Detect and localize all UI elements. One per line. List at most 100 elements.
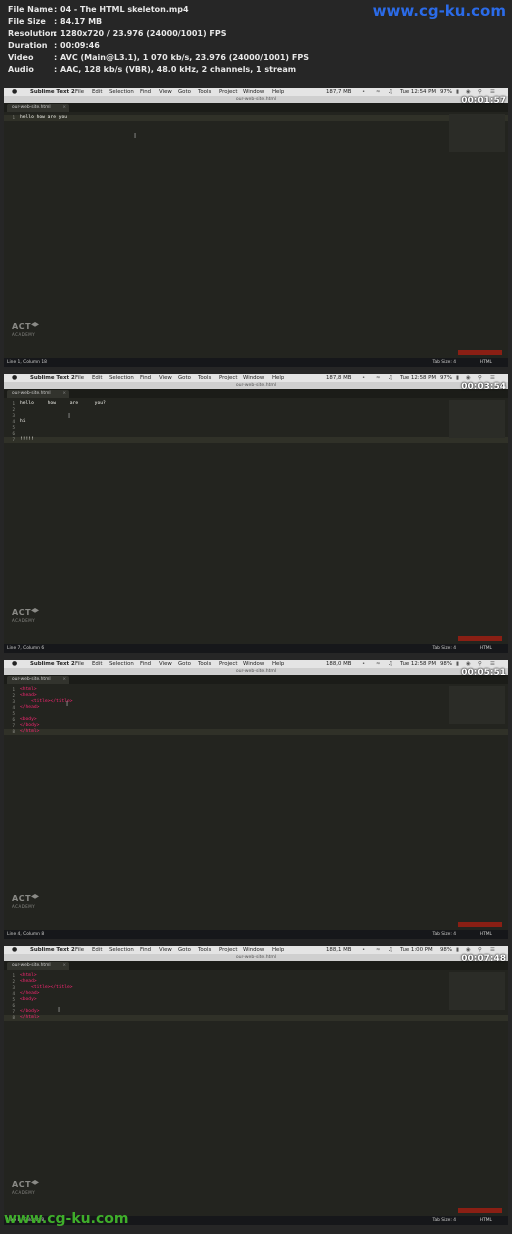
syntax-selector[interactable]: HTML <box>480 1216 492 1225</box>
user-icon[interactable]: ◉ <box>466 374 471 382</box>
menu-item-help[interactable]: Help <box>272 88 284 96</box>
volume-icon[interactable]: ♫ <box>388 660 393 668</box>
volume-icon[interactable]: ♫ <box>388 946 393 954</box>
tab-our-web-site[interactable]: our-web-site.html × <box>7 962 69 970</box>
battery-percent[interactable]: 97% <box>440 374 452 382</box>
list-icon[interactable]: ☰ <box>490 374 495 382</box>
volume-icon[interactable]: ♫ <box>388 374 393 382</box>
minimap[interactable] <box>449 114 505 152</box>
search-icon[interactable]: ⚲ <box>478 88 482 96</box>
menu-item-view[interactable]: View <box>159 374 172 382</box>
bluetooth-icon[interactable]: • <box>362 660 365 668</box>
menu-item-view[interactable]: View <box>159 660 172 668</box>
menu-item-help[interactable]: Help <box>272 660 284 668</box>
wifi-icon[interactable]: ≈ <box>376 660 381 668</box>
bluetooth-icon[interactable]: • <box>362 88 365 96</box>
menu-item-tools[interactable]: Tools <box>198 88 211 96</box>
menu-item-find[interactable]: Find <box>140 660 151 668</box>
menu-item-view[interactable]: View <box>159 946 172 954</box>
menu-item-project[interactable]: Project <box>219 946 237 954</box>
user-icon[interactable]: ◉ <box>466 88 471 96</box>
menu-app-name[interactable]: Sublime Text 2 <box>30 946 75 954</box>
battery-icon[interactable]: ▮ <box>456 374 459 382</box>
minimap[interactable] <box>449 400 505 438</box>
code-line[interactable]: </html> <box>20 1015 39 1021</box>
clock[interactable]: Tue 12:58 PM <box>400 660 436 668</box>
menu-item-view[interactable]: View <box>159 88 172 96</box>
wifi-icon[interactable]: ≈ <box>376 88 381 96</box>
tab-size-selector[interactable]: Tab Size: 4 <box>432 1216 456 1225</box>
menu-item-find[interactable]: Find <box>140 946 151 954</box>
menu-item-goto[interactable]: Goto <box>178 88 191 96</box>
code-line[interactable]: hello how are you? <box>20 401 106 407</box>
search-icon[interactable]: ⚲ <box>478 374 482 382</box>
battery-percent[interactable]: 98% <box>440 660 452 668</box>
menu-item-selection[interactable]: Selection <box>109 660 134 668</box>
bluetooth-icon[interactable]: • <box>362 374 365 382</box>
menu-item-selection[interactable]: Selection <box>109 374 134 382</box>
menu-item-tools[interactable]: Tools <box>198 660 211 668</box>
wifi-icon[interactable]: ≈ <box>376 946 381 954</box>
menu-app-name[interactable]: Sublime Text 2 <box>30 374 75 382</box>
syntax-selector[interactable]: HTML <box>480 358 492 367</box>
list-icon[interactable]: ☰ <box>490 660 495 668</box>
menu-item-tools[interactable]: Tools <box>198 374 211 382</box>
code-editor[interactable]: 1 2 3 4 5 6 7 8 <html> <head> <title></title> </he… <box>4 970 508 1216</box>
menu-item-file[interactable]: File <box>75 374 84 382</box>
menu-item-goto[interactable]: Goto <box>178 946 191 954</box>
code-line[interactable]: !!!!! <box>20 437 34 443</box>
menu-app-name[interactable]: Sublime Text 2 <box>30 88 75 96</box>
menu-item-edit[interactable]: Edit <box>92 946 102 954</box>
battery-percent[interactable]: 97% <box>440 88 452 96</box>
menu-item-selection[interactable]: Selection <box>109 88 134 96</box>
tab-our-web-site[interactable]: our-web-site.html × <box>7 676 69 684</box>
menu-item-window[interactable]: Window <box>243 660 264 668</box>
syntax-selector[interactable]: HTML <box>480 644 492 653</box>
code-line[interactable]: </html> <box>20 729 39 735</box>
battery-icon[interactable]: ▮ <box>456 88 459 96</box>
search-icon[interactable]: ⚲ <box>478 946 482 954</box>
wifi-icon[interactable]: ≈ <box>376 374 381 382</box>
close-icon[interactable]: × <box>62 962 66 970</box>
code-line[interactable]: </head> <box>20 705 39 711</box>
watermark-bottom[interactable]: www.cg-ku.com <box>4 1211 128 1227</box>
battery-icon[interactable]: ▮ <box>456 660 459 668</box>
menu-item-project[interactable]: Project <box>219 374 237 382</box>
tab-size-selector[interactable]: Tab Size: 4 <box>432 930 456 939</box>
user-icon[interactable]: ◉ <box>466 946 471 954</box>
clock[interactable]: Tue 12:54 PM <box>400 88 436 96</box>
volume-icon[interactable]: ♫ <box>388 88 393 96</box>
code-line[interactable]: <body> <box>20 997 37 1003</box>
apple-icon[interactable]: ● <box>12 88 17 96</box>
minimap[interactable] <box>449 972 505 1010</box>
apple-icon[interactable]: ● <box>12 946 17 954</box>
menu-item-window[interactable]: Window <box>243 946 264 954</box>
menu-app-name[interactable]: Sublime Text 2 <box>30 660 75 668</box>
apple-icon[interactable]: ● <box>12 660 17 668</box>
search-icon[interactable]: ⚲ <box>478 660 482 668</box>
menu-item-window[interactable]: Window <box>243 374 264 382</box>
bluetooth-icon[interactable]: • <box>362 946 365 954</box>
code-editor[interactable]: 1 hello how are you I ACT ACADEMY <box>4 112 508 358</box>
menu-item-find[interactable]: Find <box>140 374 151 382</box>
code-line[interactable]: hello how are you <box>20 115 67 121</box>
minimap[interactable] <box>449 686 505 724</box>
code-editor[interactable]: 1 2 3 4 5 6 7 8 <html> <head> <title></title> </he… <box>4 684 508 930</box>
tab-our-web-site[interactable]: our-web-site.html × <box>7 104 69 112</box>
menu-item-goto[interactable]: Goto <box>178 374 191 382</box>
menu-item-selection[interactable]: Selection <box>109 946 134 954</box>
code-line[interactable]: hi <box>20 419 26 425</box>
clock[interactable]: Tue 12:58 PM <box>400 374 436 382</box>
battery-icon[interactable]: ▮ <box>456 946 459 954</box>
menu-item-window[interactable]: Window <box>243 88 264 96</box>
menu-item-goto[interactable]: Goto <box>178 660 191 668</box>
menu-item-file[interactable]: File <box>75 660 84 668</box>
apple-icon[interactable]: ● <box>12 374 17 382</box>
close-icon[interactable]: × <box>62 676 66 684</box>
battery-percent[interactable]: 98% <box>440 946 452 954</box>
menu-item-help[interactable]: Help <box>272 374 284 382</box>
menu-item-file[interactable]: File <box>75 88 84 96</box>
menu-item-help[interactable]: Help <box>272 946 284 954</box>
tab-size-selector[interactable]: Tab Size: 4 <box>432 358 456 367</box>
watermark-top[interactable]: www.cg-ku.com <box>373 2 506 20</box>
